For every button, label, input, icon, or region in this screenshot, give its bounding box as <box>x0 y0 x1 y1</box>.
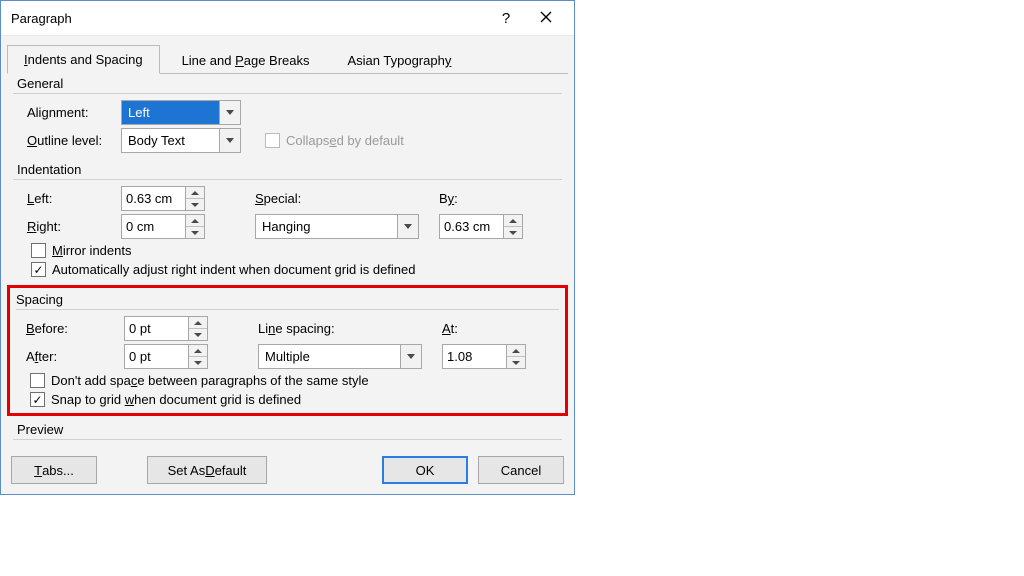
help-button[interactable]: ? <box>486 2 526 34</box>
dont-add-space-label: Don't add space between paragraphs of th… <box>51 373 369 388</box>
spinner-up-icon[interactable] <box>186 187 204 199</box>
dialog-footer: Tabs... Set As Default OK Cancel <box>1 448 574 494</box>
checkbox-icon: ✓ <box>30 392 45 407</box>
spacing-title: Spacing <box>16 290 559 309</box>
at-spinner[interactable]: 1.08 <box>442 344 526 369</box>
spinner-down-icon[interactable] <box>186 199 204 210</box>
special-label: Special: <box>255 191 399 206</box>
checkbox-icon <box>265 133 280 148</box>
spinner-down-icon[interactable] <box>189 357 207 368</box>
spinner-up-icon[interactable] <box>189 345 207 357</box>
spinner-up-icon[interactable] <box>189 317 207 329</box>
tab-line-page-breaks[interactable]: Line and Page Breaks <box>166 47 326 74</box>
at-label: At: <box>442 321 458 336</box>
line-spacing-value: Multiple <box>259 345 400 368</box>
spinner-down-icon[interactable] <box>504 227 522 238</box>
line-spacing-combo[interactable]: Multiple <box>258 344 422 369</box>
checkbox-icon <box>30 373 45 388</box>
spinner-down-icon[interactable] <box>186 227 204 238</box>
tab-bar: Indents and Spacing Line and Page Breaks… <box>7 44 568 74</box>
ok-button[interactable]: OK <box>382 456 468 484</box>
spinner-down-icon[interactable] <box>189 329 207 340</box>
indent-right-label: Right: <box>13 219 121 234</box>
indent-left-spinner[interactable]: 0.63 cm <box>121 186 205 211</box>
dropdown-arrow-icon <box>219 101 240 124</box>
general-section: General Alignment: Left Outline level: B… <box>7 74 568 160</box>
spacing-section-highlight: Spacing Before: 0 pt Line spacing: At: A… <box>7 285 568 416</box>
by-value: 0.63 cm <box>440 215 503 238</box>
cancel-button[interactable]: Cancel <box>478 456 564 484</box>
by-label: By: <box>439 191 458 206</box>
after-spinner[interactable]: 0 pt <box>124 344 208 369</box>
checkbox-icon: ✓ <box>31 262 46 277</box>
spinner-up-icon[interactable] <box>504 215 522 227</box>
spinner-down-icon[interactable] <box>507 357 525 368</box>
mirror-indents-checkbox[interactable]: Mirror indents <box>13 243 562 258</box>
before-value: 0 pt <box>125 317 188 340</box>
close-button[interactable] <box>526 2 566 34</box>
collapsed-label: Collapsed by default <box>286 133 404 148</box>
preview-title: Preview <box>13 420 562 439</box>
special-combo[interactable]: Hanging <box>255 214 419 239</box>
outline-level-value: Body Text <box>122 129 219 152</box>
titlebar: Paragraph ? <box>1 1 574 36</box>
mirror-indents-label: Mirror indents <box>52 243 131 258</box>
set-as-default-button[interactable]: Set As Default <box>147 456 267 484</box>
after-label: After: <box>16 349 124 364</box>
collapsed-by-default-checkbox: Collapsed by default <box>241 133 404 148</box>
indent-right-spinner[interactable]: 0 cm <box>121 214 205 239</box>
spacing-section: Spacing Before: 0 pt Line spacing: At: A… <box>13 290 562 407</box>
preview-section: Preview <box>7 420 568 440</box>
outline-level-combo[interactable]: Body Text <box>121 128 241 153</box>
alignment-label: Alignment: <box>13 105 121 120</box>
line-spacing-label: Line spacing: <box>258 321 402 336</box>
alignment-combo[interactable]: Left <box>121 100 241 125</box>
before-spinner[interactable]: 0 pt <box>124 316 208 341</box>
dropdown-arrow-icon <box>219 129 240 152</box>
dont-add-space-checkbox[interactable]: Don't add space between paragraphs of th… <box>16 373 559 388</box>
indentation-title: Indentation <box>13 160 562 179</box>
spinner-up-icon[interactable] <box>507 345 525 357</box>
snap-to-grid-label: Snap to grid when document grid is defin… <box>51 392 301 407</box>
checkbox-icon <box>31 243 46 258</box>
indent-left-value: 0.63 cm <box>122 187 185 210</box>
spinner-up-icon[interactable] <box>186 215 204 227</box>
dialog-title: Paragraph <box>9 11 486 26</box>
special-value: Hanging <box>256 215 397 238</box>
indent-left-label: Left: <box>13 191 121 206</box>
tabs-button[interactable]: Tabs... <box>11 456 97 484</box>
dropdown-arrow-icon <box>397 215 418 238</box>
indent-right-value: 0 cm <box>122 215 185 238</box>
snap-to-grid-checkbox[interactable]: ✓ Snap to grid when document grid is def… <box>16 392 559 407</box>
indentation-section: Indentation Left: 0.63 cm Special: By: R… <box>7 160 568 285</box>
dropdown-arrow-icon <box>400 345 421 368</box>
tab-indents-spacing[interactable]: Indents and Spacing <box>7 45 160 74</box>
close-icon <box>540 10 552 27</box>
auto-adjust-indent-checkbox[interactable]: ✓ Automatically adjust right indent when… <box>13 262 562 277</box>
at-value: 1.08 <box>443 345 506 368</box>
auto-adjust-label: Automatically adjust right indent when d… <box>52 262 416 277</box>
general-title: General <box>13 74 562 93</box>
paragraph-dialog: Paragraph ? Indents and Spacing Line and… <box>0 0 575 495</box>
before-label: Before: <box>16 321 124 336</box>
after-value: 0 pt <box>125 345 188 368</box>
outline-level-label: Outline level: <box>13 133 121 148</box>
tab-asian-typography[interactable]: Asian Typography <box>332 47 468 74</box>
alignment-value: Left <box>122 101 219 124</box>
by-spinner[interactable]: 0.63 cm <box>439 214 523 239</box>
